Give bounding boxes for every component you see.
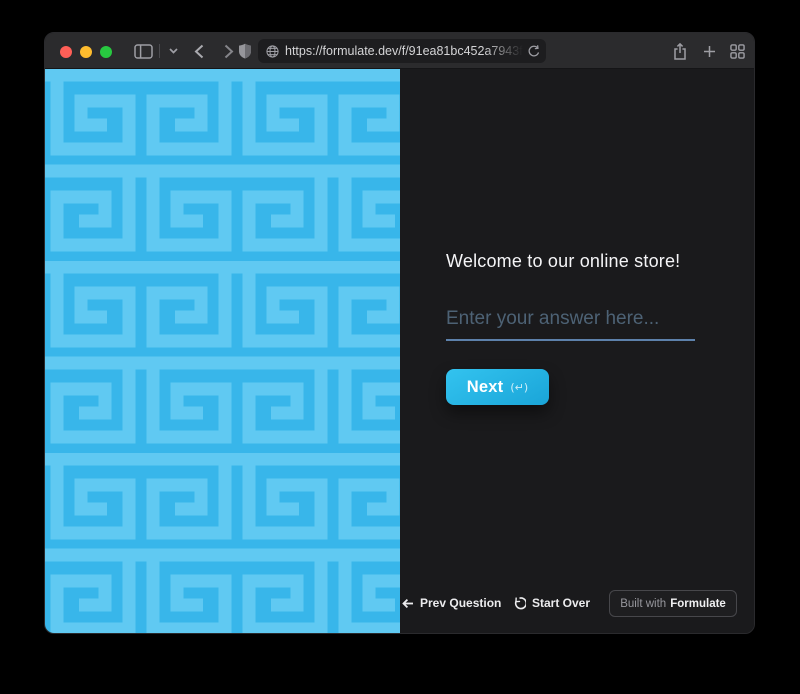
shield-icon[interactable] <box>235 33 255 69</box>
form-cover-panel <box>45 69 400 634</box>
new-tab-icon[interactable] <box>700 33 718 69</box>
start-over-label: Start Over <box>532 596 590 610</box>
prev-question-label: Prev Question <box>420 596 501 610</box>
built-with-formulate-badge[interactable]: Built with Formulate <box>609 590 737 617</box>
traffic-light-minimize-button[interactable] <box>80 46 92 58</box>
form-panel: Welcome to our online store! Next (↵) Pr… <box>400 69 754 634</box>
browser-window: https://formulate.dev/f/91ea81bc452a7943… <box>44 32 755 634</box>
reload-icon[interactable] <box>528 45 540 58</box>
share-icon[interactable] <box>670 33 690 69</box>
greek-key-pattern <box>45 69 400 634</box>
traffic-light-close-button[interactable] <box>60 46 72 58</box>
chevron-down-icon[interactable] <box>165 33 181 69</box>
back-icon[interactable] <box>190 33 208 69</box>
badge-brand: Formulate <box>670 598 726 610</box>
badge-prefix: Built with <box>620 598 666 610</box>
question-title: Welcome to our online store! <box>446 251 680 272</box>
globe-icon <box>266 45 279 58</box>
traffic-light-zoom-button[interactable] <box>100 46 112 58</box>
desktop-background: https://formulate.dev/f/91ea81bc452a7943… <box>0 0 800 694</box>
browser-toolbar: https://formulate.dev/f/91ea81bc452a7943… <box>45 33 754 69</box>
arrow-left-icon <box>402 598 414 609</box>
enter-key-hint: (↵) <box>510 380 528 394</box>
next-button[interactable]: Next (↵) <box>446 369 549 405</box>
start-over-button[interactable]: Start Over <box>513 596 590 610</box>
page-content: Welcome to our online store! Next (↵) Pr… <box>45 69 754 634</box>
prev-question-button[interactable]: Prev Question <box>402 596 501 610</box>
restart-icon <box>513 597 526 610</box>
next-button-label: Next <box>467 378 504 397</box>
answer-input[interactable] <box>446 307 695 341</box>
toolbar-divider <box>159 44 160 58</box>
address-bar[interactable]: https://formulate.dev/f/91ea81bc452a7943… <box>258 39 546 63</box>
url-text[interactable]: https://formulate.dev/f/91ea81bc452a7943… <box>285 44 528 58</box>
sidebar-icon[interactable] <box>131 33 155 69</box>
tab-grid-icon[interactable] <box>727 33 747 69</box>
